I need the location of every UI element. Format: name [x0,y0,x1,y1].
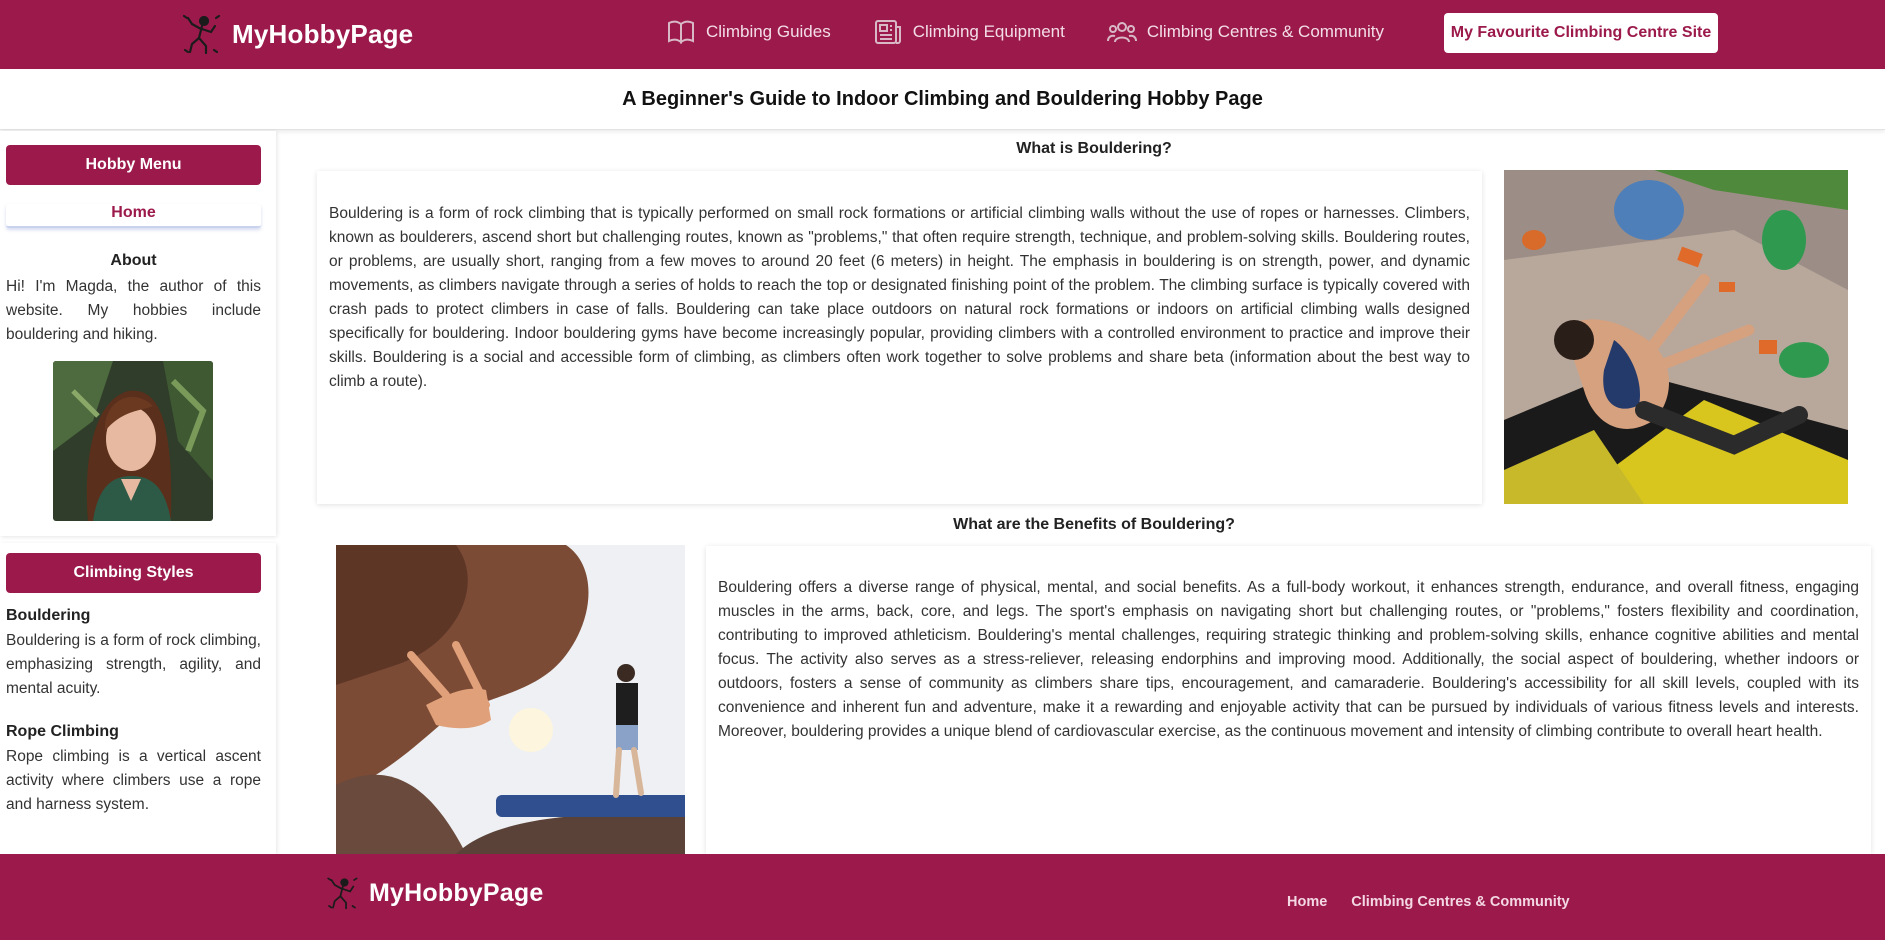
about-heading: About [110,252,157,269]
indoor-climbing-photo [1504,170,1848,504]
climbing-styles-panel: Climbing Styles Bouldering Bouldering is… [0,543,276,854]
nav-climbing-equipment[interactable]: Climbing Equipment [873,18,1065,46]
what-is-bouldering-card: Bouldering is a form of rock climbing th… [317,171,1482,504]
title-bar: A Beginner's Guide to Indoor Climbing an… [0,69,1885,130]
style-bouldering-text: Bouldering is a form of rock climbing, e… [6,632,261,697]
style-rope-text: Rope climbing is a vertical ascent activ… [6,748,261,813]
section-title-benefits: What are the Benefits of Bouldering? [953,516,1235,533]
footer-brand-name: MyHobbyPage [369,878,544,907]
about-text: Hi! I'm Magda, the author of this websit… [6,278,261,343]
people-icon [1106,22,1137,43]
footer-brand-link[interactable]: MyHobbyPage [325,874,543,912]
top-navbar: MyHobbyPage Climbing Guides Climbing Equ… [0,0,1885,69]
what-is-bouldering-text: Bouldering is a form of rock climbing th… [329,205,1470,390]
page-title: A Beginner's Guide to Indoor Climbing an… [622,87,1263,110]
climber-logo-icon [182,14,221,55]
nav-climbing-centres[interactable]: Climbing Centres & Community [1106,18,1385,46]
climber-logo-icon [327,877,358,910]
nav-climbing-guides[interactable]: Climbing Guides [666,18,831,46]
brand-name: MyHobbyPage [232,18,414,49]
section-title-what-is-bouldering: What is Bouldering? [1016,140,1172,157]
main-nav: Climbing Guides Climbing Equipment Climb… [666,18,1384,46]
sidebar: Hobby Menu Home About Hi! I'm Magda, the… [0,131,276,854]
footer-link-home[interactable]: Home [1287,894,1327,910]
footer-link-climbing-centres[interactable]: Climbing Centres & Community [1351,894,1569,910]
author-avatar [53,361,213,521]
nav-label: Climbing Centres & Community [1146,22,1385,41]
sidebar-item-home[interactable]: Home [6,204,261,228]
newspaper-icon [874,20,901,44]
footer-links: Home Climbing Centres & Community [1287,894,1570,910]
style-rope-title: Rope Climbing [6,723,119,740]
climbing-styles-header[interactable]: Climbing Styles [6,553,261,593]
hobby-menu-panel: Hobby Menu Home About Hi! I'm Magda, the… [0,131,276,536]
style-bouldering-title: Bouldering [6,607,91,624]
benefits-text: Bouldering offers a diverse range of phy… [718,579,1859,740]
book-icon [668,20,694,44]
nav-label: Climbing Equipment [912,22,1065,41]
outdoor-bouldering-photo [336,545,685,854]
nav-label: Climbing Guides [706,22,831,41]
benefits-card: Bouldering offers a diverse range of phy… [706,546,1871,854]
favourite-centre-button[interactable]: My Favourite Climbing Centre Site [1444,13,1718,53]
footer: MyHobbyPage Home Climbing Centres & Comm… [0,854,1885,940]
hobby-menu-header[interactable]: Hobby Menu [6,145,261,185]
brand-link[interactable]: MyHobbyPage [180,10,413,58]
